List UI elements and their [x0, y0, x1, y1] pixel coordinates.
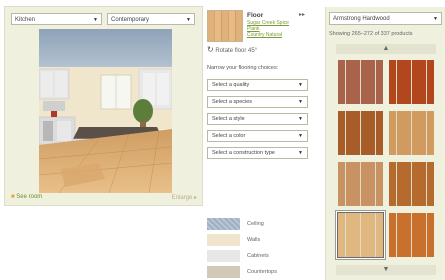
product-tile[interactable] [389, 60, 434, 104]
ceiling-label: Ceiling [247, 221, 264, 227]
enlarge-link[interactable]: Enlarge ▸ [172, 194, 197, 201]
rotate-floor-label: Rotate floor 45° [215, 48, 258, 54]
style-value: Contemporary [111, 17, 150, 23]
species-filter-select[interactable]: Select a species ▼ [207, 96, 308, 108]
room-visualization[interactable] [39, 29, 172, 193]
dropdown-arrow-icon: ▼ [298, 133, 303, 139]
dropdown-arrow-icon: ▼ [298, 82, 303, 88]
room-type-select[interactable]: Kitchen ▼ [11, 13, 102, 25]
cabinets-swatch [207, 250, 240, 262]
color-filter-label: Select a color [212, 133, 246, 139]
product-tile[interactable] [389, 162, 434, 206]
countertops-swatch [207, 266, 240, 278]
product-category: Floor [247, 12, 264, 19]
rotate-icon: ↻ [207, 45, 214, 54]
brand-select[interactable]: Armstrong Hardwood ▼ [329, 12, 442, 25]
product-tile[interactable] [389, 111, 434, 155]
see-room-label: See room [16, 194, 43, 200]
room-preview-panel: Kitchen ▼ Contemporary ▼ ■ See room Enla… [4, 6, 203, 206]
product-tile[interactable] [338, 60, 383, 104]
brand-select-value: Armstrong Hardwood [333, 16, 390, 22]
countertops-label: Countertops [247, 269, 277, 275]
dropdown-arrow-icon: ▼ [298, 116, 303, 122]
ceiling-swatch [207, 218, 240, 230]
scroll-up-button[interactable]: ▲ [336, 44, 436, 54]
construction-filter-label: Select a construction type [212, 150, 275, 156]
cabinets-label: Cabinets [247, 253, 269, 259]
color-filter-select[interactable]: Select a color ▼ [207, 130, 308, 142]
product-tile[interactable] [338, 162, 383, 206]
product-tile[interactable] [389, 213, 434, 257]
quality-filter-select[interactable]: Select a quality ▼ [207, 79, 308, 91]
dropdown-arrow-icon: ▼ [433, 16, 438, 22]
style-filter-label: Select a style [212, 116, 245, 122]
product-name-line3[interactable]: Country Natural [247, 32, 282, 38]
product-tile[interactable] [338, 111, 383, 155]
product-nav-icon[interactable]: ▸▸ [299, 11, 305, 18]
scroll-down-icon: ▼ [382, 266, 390, 273]
dropdown-arrow-icon: ▼ [298, 99, 303, 105]
walls-swatch [207, 234, 240, 246]
quality-filter-label: Select a quality [212, 82, 250, 88]
enlarge-label: Enlarge ▸ [171, 195, 197, 201]
rotate-floor-button[interactable]: ↻ Rotate floor 45° [207, 45, 257, 54]
dropdown-arrow-icon: ▼ [186, 17, 191, 23]
style-select[interactable]: Contemporary ▼ [107, 13, 195, 25]
dropdown-arrow-icon: ▼ [298, 150, 303, 156]
product-tile[interactable] [337, 212, 384, 258]
style-filter-select[interactable]: Select a style ▼ [207, 113, 308, 125]
dropdown-arrow-icon: ▼ [93, 17, 98, 23]
selected-floor-swatch [207, 10, 243, 42]
construction-filter-select[interactable]: Select a construction type ▼ [207, 147, 308, 159]
room-type-value: Kitchen [15, 17, 36, 23]
walls-label: Walls [247, 237, 261, 243]
species-filter-label: Select a species [212, 99, 253, 105]
folder-icon: ■ [11, 194, 15, 200]
filters-heading: Narrow your flooring choices: [207, 65, 279, 71]
scroll-up-icon: ▲ [382, 45, 390, 52]
scroll-down-button[interactable]: ▼ [336, 265, 436, 275]
see-room-link[interactable]: ■ See room [11, 194, 42, 200]
product-count: Showing 265–272 of 337 products [329, 31, 413, 37]
